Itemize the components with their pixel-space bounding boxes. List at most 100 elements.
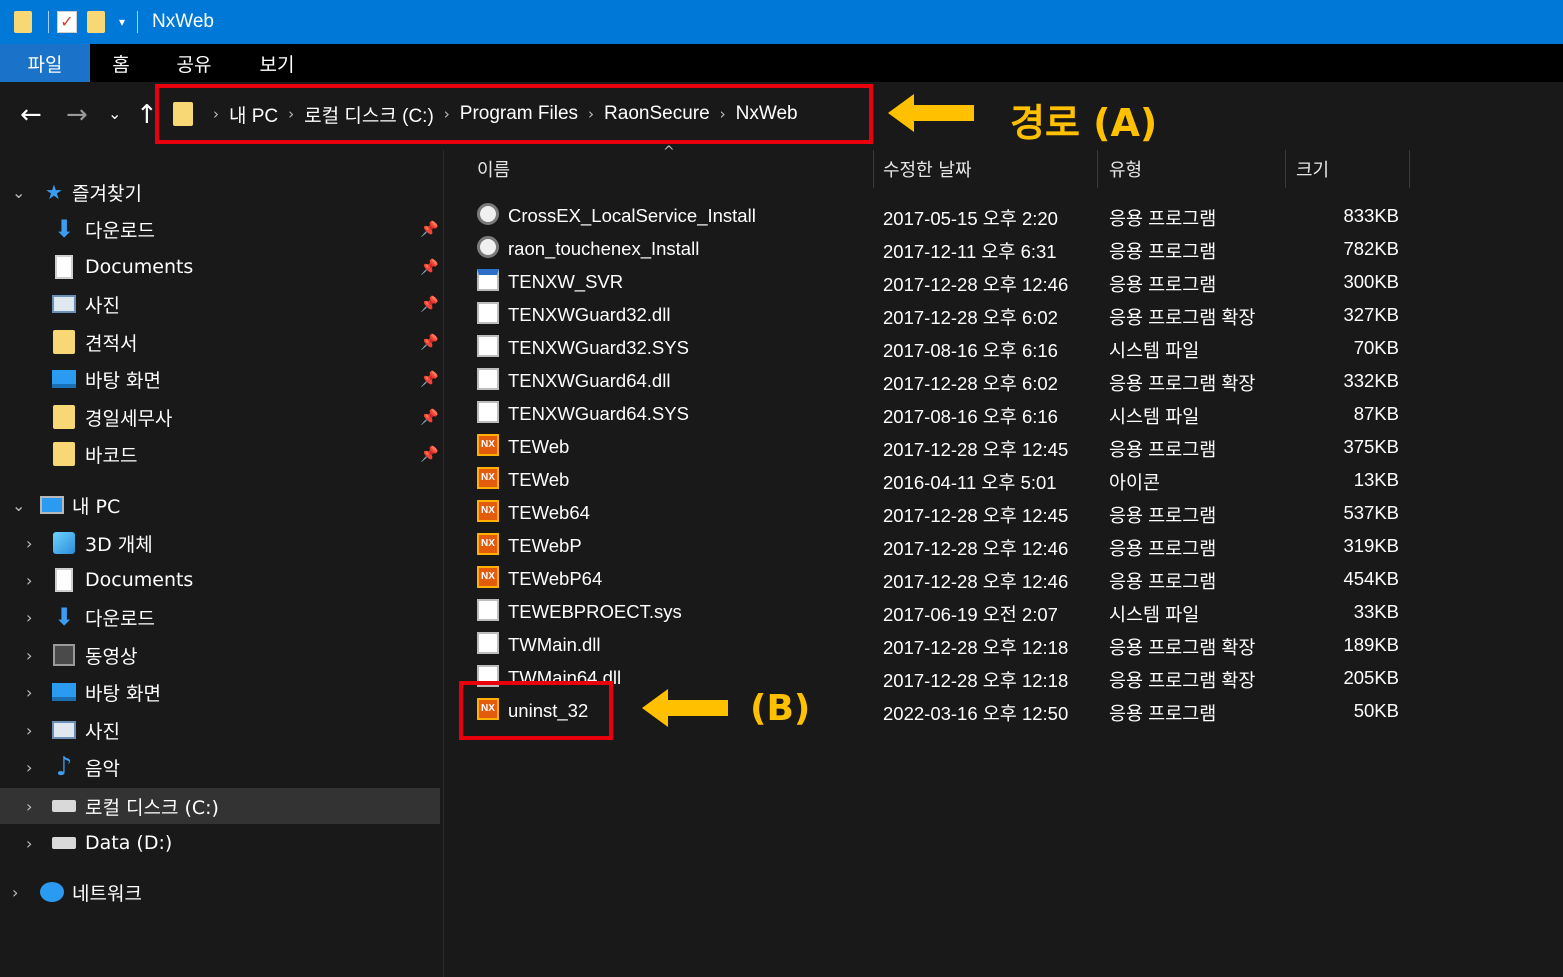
sidebar-item-desktop[interactable]: 바탕 화면 📌 (0, 361, 440, 397)
table-row[interactable]: NX TEWeb 2016-04-11 오후 5:01 아이콘 13KB (469, 463, 1563, 496)
table-row[interactable]: NX TEWebP64 2017-12-28 오후 12:46 응용 프로그램 … (469, 562, 1563, 595)
sidebar-item-this-pc[interactable]: ⌄ 내 PC (0, 487, 440, 523)
table-row[interactable]: NX TEWeb 2017-12-28 오후 12:45 응용 프로그램 375… (469, 430, 1563, 463)
chevron-right-icon[interactable]: › (26, 721, 32, 740)
chevron-right-icon[interactable]: › (26, 646, 32, 665)
file-size: 319KB (1343, 535, 1399, 556)
sidebar-item-videos[interactable]: › 동영상 (0, 637, 440, 673)
column-header-size[interactable]: 크기 (1296, 150, 1406, 188)
nx-app-icon: NX (477, 533, 499, 555)
column-divider[interactable] (1285, 150, 1286, 188)
tab-share[interactable]: 공유 (152, 44, 236, 82)
desktop-icon (52, 367, 76, 391)
column-divider[interactable] (1409, 150, 1410, 188)
table-row[interactable]: raon_touchenex_Install 2017-12-11 오후 6:3… (469, 232, 1563, 265)
sidebar-item-data-drive[interactable]: › Data (D:) (0, 825, 440, 861)
pictures-icon (52, 718, 76, 742)
sidebar-item-quick-access[interactable]: ⌄ ★ 즐겨찾기 (0, 174, 440, 210)
sidebar-item-3d-objects[interactable]: › 3D 개체 (0, 525, 440, 561)
table-row[interactable]: TENXWGuard32.SYS 2017-08-16 오후 6:16 시스템 … (469, 331, 1563, 364)
table-row[interactable]: TENXWGuard64.dll 2017-12-28 오후 6:02 응용 프… (469, 364, 1563, 397)
table-row[interactable]: TENXW_SVR 2017-12-28 오후 12:46 응용 프로그램 30… (469, 265, 1563, 298)
pin-icon[interactable]: 📌 (420, 333, 439, 351)
chevron-right-icon[interactable]: › (12, 883, 18, 902)
nx-app-icon: NX (477, 500, 499, 522)
file-size: 189KB (1343, 634, 1399, 655)
file-date: 2017-12-11 오후 6:31 (883, 241, 1057, 262)
tab-home[interactable]: 홈 (90, 44, 152, 82)
chevron-right-icon[interactable]: › (26, 608, 32, 627)
file-type: 응용 프로그램 확장 (1109, 373, 1256, 394)
column-divider[interactable] (1097, 150, 1098, 188)
sidebar-item-pc-downloads[interactable]: › ⬇ 다운로드 (0, 599, 440, 635)
recent-locations-chevron-icon[interactable]: ⌄ (108, 104, 121, 123)
file-type: 응용 프로그램 (1109, 505, 1217, 526)
sidebar-item-label: 바탕 화면 (85, 369, 161, 392)
tab-file[interactable]: 파일 (0, 44, 90, 82)
table-row[interactable]: TEWEBPROECT.sys 2017-06-19 오전 2:07 시스템 파… (469, 595, 1563, 628)
table-row[interactable]: TENXWGuard64.SYS 2017-08-16 오후 6:16 시스템 … (469, 397, 1563, 430)
file-date: 2017-12-28 오후 12:18 (883, 670, 1069, 691)
chevron-right-icon[interactable]: › (26, 534, 32, 553)
chevron-right-icon[interactable]: › (26, 834, 32, 853)
column-header-name[interactable]: 이름 (477, 150, 869, 188)
table-row[interactable]: NX uninst_32 2022-03-16 오후 12:50 응용 프로그램… (469, 694, 1563, 727)
file-name: TWMain.dll (508, 634, 601, 655)
folder-icon (52, 405, 76, 429)
chevron-right-icon[interactable]: › (26, 683, 32, 702)
file-size: 300KB (1343, 271, 1399, 292)
sidebar-item-label: 동영상 (85, 645, 138, 668)
table-row[interactable]: NX TEWebP 2017-12-28 오후 12:46 응용 프로그램 31… (469, 529, 1563, 562)
sidebar-item-network[interactable]: › 네트워크 (0, 874, 440, 910)
properties-check-icon[interactable]: ✓ (57, 11, 77, 33)
table-row[interactable]: NX TEWeb64 2017-12-28 오후 12:45 응용 프로그램 5… (469, 496, 1563, 529)
file-type: 응용 프로그램 (1109, 208, 1217, 229)
sidebar-item-label: 3D 개체 (85, 533, 153, 556)
pin-icon[interactable]: 📌 (420, 220, 439, 238)
sidebar-item-pc-pictures[interactable]: › 사진 (0, 712, 440, 748)
quick-access-dropdown-icon[interactable]: ▾ (119, 15, 125, 29)
quick-access-folder-icon[interactable] (14, 11, 32, 33)
file-size: 537KB (1343, 502, 1399, 523)
file-date: 2017-12-28 오후 12:46 (883, 274, 1069, 295)
table-row[interactable]: CrossEX_LocalService_Install 2017-05-15 … (469, 199, 1563, 232)
chevron-right-icon[interactable]: › (26, 571, 32, 590)
file-size: 375KB (1343, 436, 1399, 457)
system-file-icon (477, 401, 499, 423)
sidebar-item-local-disk[interactable]: › 로컬 디스크 (C:) (0, 788, 440, 824)
pin-icon[interactable]: 📌 (420, 408, 439, 426)
file-name: TENXWGuard64.SYS (508, 403, 689, 424)
sidebar-item-downloads[interactable]: ⬇ 다운로드 📌 (0, 211, 440, 247)
divider (48, 11, 49, 33)
pin-icon[interactable]: 📌 (420, 370, 439, 388)
column-header-date[interactable]: 수정한 날짜 (883, 150, 1093, 188)
chevron-down-icon[interactable]: ⌄ (12, 183, 25, 202)
sidebar-item-documents[interactable]: Documents 📌 (0, 249, 440, 285)
chevron-right-icon[interactable]: › (26, 797, 32, 816)
sidebar-item-music[interactable]: › ♪ 음악 (0, 749, 440, 785)
column-divider[interactable] (873, 150, 874, 188)
back-arrow-icon[interactable]: ← (20, 100, 42, 130)
sidebar-item-tax-office[interactable]: 경일세무사 📌 (0, 399, 440, 435)
sidebar-item-pc-desktop[interactable]: › 바탕 화면 (0, 674, 440, 710)
chevron-down-icon[interactable]: ⌄ (12, 496, 25, 515)
tab-view[interactable]: 보기 (236, 44, 318, 82)
pin-icon[interactable]: 📌 (420, 445, 439, 463)
table-row[interactable]: TWMain64.dll 2017-12-28 오후 12:18 응용 프로그램… (469, 661, 1563, 694)
sidebar-item-pc-documents[interactable]: › Documents (0, 562, 440, 598)
chevron-right-icon[interactable]: › (26, 758, 32, 777)
sidebar-item-quote[interactable]: 견적서 📌 (0, 324, 440, 360)
file-type: 시스템 파일 (1109, 604, 1200, 625)
dll-file-icon (477, 302, 499, 324)
table-row[interactable]: TENXWGuard32.dll 2017-12-28 오후 6:02 응용 프… (469, 298, 1563, 331)
column-header-type[interactable]: 유형 (1109, 150, 1279, 188)
table-row[interactable]: TWMain.dll 2017-12-28 오후 12:18 응용 프로그램 확… (469, 628, 1563, 661)
pin-icon[interactable]: 📌 (420, 295, 439, 313)
forward-arrow-icon[interactable]: → (66, 100, 88, 130)
sidebar-item-barcode[interactable]: 바코드 📌 (0, 436, 440, 472)
pin-icon[interactable]: 📌 (420, 258, 439, 276)
file-size: 332KB (1343, 370, 1399, 391)
file-name: TENXWGuard64.dll (508, 370, 671, 391)
new-folder-icon[interactable] (87, 11, 105, 33)
sidebar-item-pictures[interactable]: 사진 📌 (0, 286, 440, 322)
